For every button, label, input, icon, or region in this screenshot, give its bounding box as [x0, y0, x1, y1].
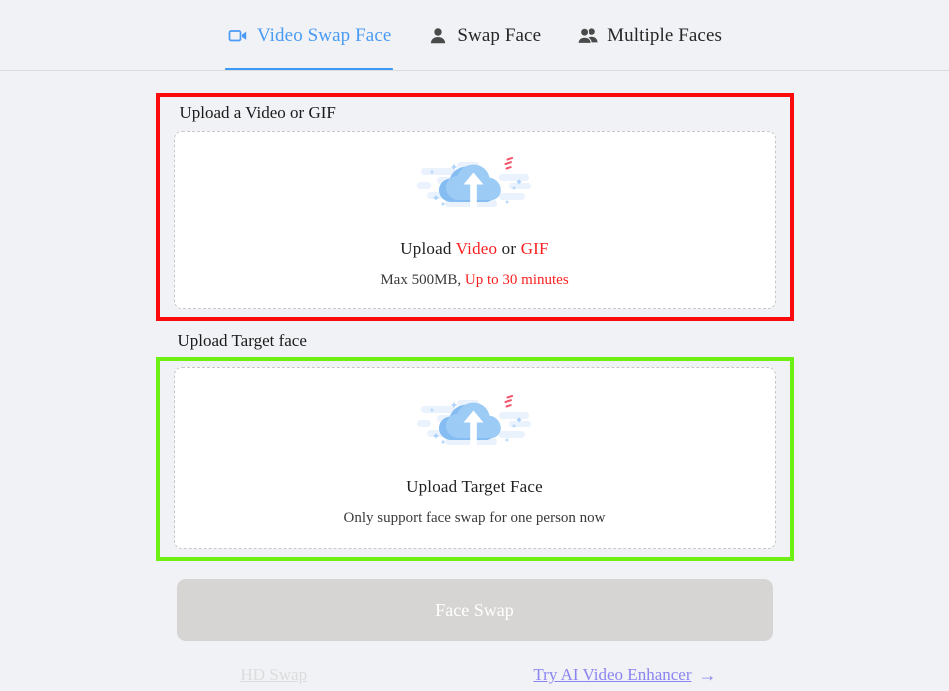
video-dropzone-subtitle-accent: Up to 30 minutes	[464, 271, 569, 288]
face-section-title: Upload Target face	[177, 331, 307, 351]
tab-label: Swap Face	[457, 24, 542, 46]
action-area: Face Swap HD Swap Try AI Video Enhancer …	[176, 579, 773, 685]
tab-bar-divider	[0, 70, 949, 71]
tab-video-swap-face[interactable]: Video Swap Face	[209, 0, 409, 71]
tab-swap-face[interactable]: Swap Face	[409, 0, 559, 71]
video-dropzone-title: Upload Video or GIF	[400, 239, 548, 259]
try-ai-video-enhancer-label: Try AI Video Enhancer	[533, 665, 692, 685]
cloud-upload-icon	[415, 152, 535, 223]
face-dropzone[interactable]: Upload Target Face Only support face swa…	[173, 367, 776, 550]
face-dropzone-title: Upload Target Face	[406, 476, 543, 496]
face-swap-button[interactable]: Face Swap	[176, 579, 773, 642]
upload-panels: Upload a Video or GIF Upload Video or GI…	[155, 93, 794, 685]
footer-links: HD Swap Try AI Video Enhancer →	[177, 665, 773, 685]
try-ai-video-enhancer-link[interactable]: Try AI Video Enhancer →	[533, 665, 716, 685]
tab-bar: Video Swap Face Swap Face Multiple Faces	[0, 0, 949, 71]
video-dropzone-subtitle: Max 500MB, Up to 30 minutes	[380, 272, 568, 289]
multiple-people-icon	[577, 25, 599, 47]
video-dropzone-title-accent-video: Video	[455, 238, 498, 258]
video-dropzone-title-accent-gif: GIF	[520, 238, 549, 258]
video-dropzone-title-prefix: Upload	[400, 238, 456, 258]
arrow-right-icon: →	[698, 665, 717, 686]
video-dropzone-subtitle-prefix: Max 500MB,	[380, 271, 465, 288]
main-content: Upload a Video or GIF Upload Video or GI…	[0, 71, 949, 685]
single-person-icon	[427, 25, 449, 47]
face-upload-section-highlight: Upload Target Face Only support face swa…	[155, 357, 794, 562]
tab-label: Multiple Faces	[607, 24, 722, 46]
tab-label: Video Swap Face	[257, 24, 392, 46]
video-camera-icon	[227, 25, 249, 47]
face-dropzone-subtitle: Only support face swap for one person no…	[343, 509, 606, 526]
video-dropzone-title-middle: or	[497, 238, 521, 258]
video-section-title: Upload a Video or GIF	[179, 103, 336, 122]
tab-multiple-faces[interactable]: Multiple Faces	[559, 0, 740, 71]
hd-swap-link[interactable]: HD Swap	[241, 665, 308, 685]
video-dropzone[interactable]: Upload Video or GIF Max 500MB, Up to 30 …	[173, 131, 776, 310]
cloud-upload-icon	[415, 390, 535, 461]
video-upload-section-highlight: Upload a Video or GIF Upload Video or GI…	[155, 93, 794, 322]
